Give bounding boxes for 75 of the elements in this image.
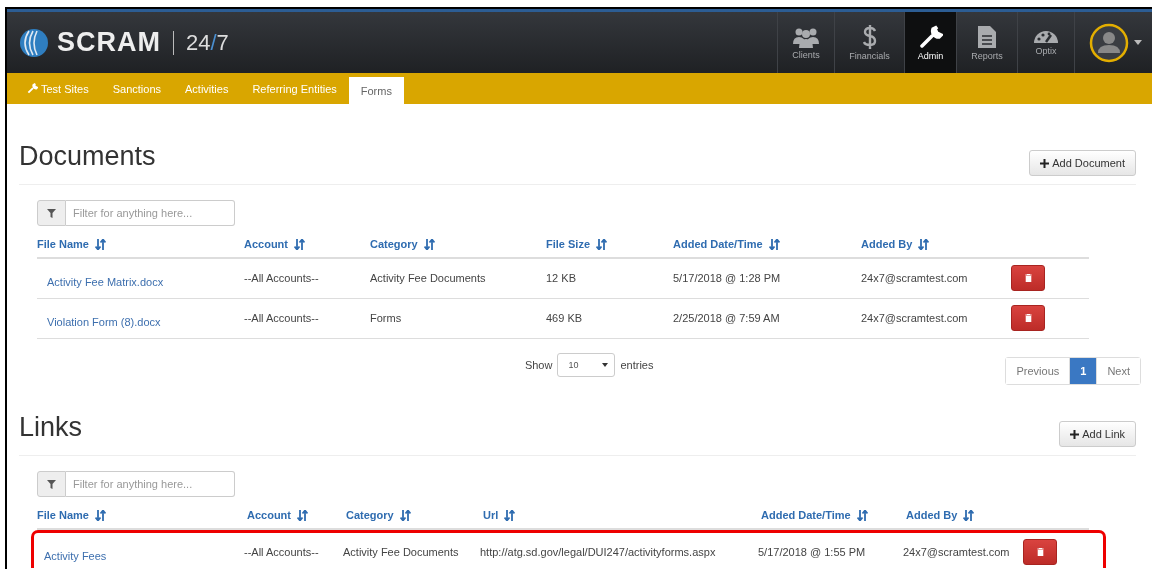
product-name: 24/7 — [186, 29, 229, 56]
delete-button[interactable] — [1011, 305, 1045, 331]
sub-nav-tab[interactable]: Forms — [348, 77, 404, 104]
table-cell-text: 5/17/2018 @ 1:55 PM — [758, 545, 867, 558]
table-cell-text: 2/25/2018 @ 7:59 AM — [673, 311, 781, 324]
document-icon — [977, 24, 997, 49]
sort-icon — [423, 238, 435, 250]
column-header[interactable]: Account — [244, 238, 370, 250]
sort-icon — [856, 509, 868, 521]
plus-icon — [1070, 429, 1080, 439]
column-header[interactable]: File Name — [37, 509, 247, 521]
plus-icon — [1040, 158, 1050, 168]
column-header[interactable]: Category — [346, 509, 483, 521]
table-cell-text: 24x7@scramtest.com — [861, 311, 969, 324]
column-header[interactable]: Added Date/Time — [761, 509, 906, 521]
show-label: Show — [524, 359, 553, 371]
table-cell-text: Activity Fee Documents — [370, 271, 487, 284]
gauge-icon — [1033, 29, 1059, 44]
table-cell-text: --All Accounts-- — [244, 545, 320, 558]
file-link[interactable]: Activity Fee Matrix.docx — [37, 259, 244, 288]
wrench-icon — [27, 83, 38, 94]
section-title: Documents — [19, 140, 156, 172]
sort-icon — [504, 509, 516, 521]
logo-divider — [173, 30, 174, 55]
file-link[interactable]: Violation Form (8).docx — [37, 299, 244, 328]
table-cell-text: 5/17/2018 @ 1:28 PM — [673, 271, 782, 284]
section-title: Links — [19, 411, 83, 443]
column-header[interactable]: File Size — [546, 238, 673, 250]
table-cell-text: --All Accounts-- — [244, 311, 320, 324]
column-header[interactable]: Url — [483, 509, 761, 521]
sort-icon — [918, 238, 930, 250]
filter-field[interactable]: Filter for anything here... — [66, 471, 235, 497]
add-button[interactable]: Add Link — [1059, 421, 1136, 447]
table-cell-text: 24x7@scramtest.com — [861, 271, 969, 284]
column-header[interactable]: Category — [370, 238, 546, 250]
sort-icon — [399, 509, 411, 521]
table-cell-text: --All Accounts-- — [244, 271, 320, 284]
table-cell-text: 12 KB — [546, 271, 577, 284]
page-size-select[interactable]: 10 — [557, 353, 616, 377]
sort-icon — [297, 509, 308, 521]
table-cell-text: 469 KB — [546, 311, 584, 324]
column-header[interactable]: Added By — [906, 509, 1026, 521]
wrench-icon — [918, 24, 943, 49]
sort-icon — [596, 238, 608, 250]
table-cell-text: 24x7@scramtest.com — [903, 545, 1011, 558]
delete-button[interactable] — [1011, 265, 1045, 291]
caret-icon[interactable] — [1134, 40, 1142, 45]
sort-icon — [963, 509, 975, 521]
trash-icon — [1024, 314, 1032, 322]
logo-text: SCRAM — [57, 27, 161, 58]
filter-icon — [47, 208, 56, 218]
table-cell-text: http://atg.sd.gov/legal/DUI247/activityforms.aspx — [480, 545, 717, 558]
entries-label: entries — [620, 359, 654, 371]
add-button[interactable]: Add Document — [1029, 150, 1136, 176]
filter-icon — [47, 479, 56, 489]
file-link[interactable]: Activity Fees — [34, 533, 244, 562]
caret-icon — [602, 363, 609, 367]
filter-field[interactable]: Filter for anything here... — [66, 200, 235, 226]
sort-icon — [768, 238, 780, 250]
table-cell-text: Activity Fee Documents — [343, 545, 460, 558]
trash-icon — [1036, 548, 1044, 556]
avatar-icon[interactable] — [1089, 22, 1129, 63]
delete-button[interactable] — [1023, 539, 1057, 565]
dollar-icon — [861, 24, 878, 49]
nav-item[interactable]: Admin — [904, 12, 956, 73]
column-header[interactable]: File Name — [37, 238, 244, 250]
sort-icon — [94, 238, 106, 250]
table-cell-text: Forms — [370, 311, 403, 324]
trash-icon — [1024, 274, 1032, 282]
page-button[interactable]: 1 — [1069, 358, 1098, 384]
column-header[interactable]: Added By — [861, 238, 1011, 250]
column-header[interactable]: Account — [247, 509, 346, 521]
column-header[interactable]: Added Date/Time — [673, 238, 861, 250]
sort-icon — [94, 509, 106, 521]
sort-icon — [294, 238, 305, 250]
